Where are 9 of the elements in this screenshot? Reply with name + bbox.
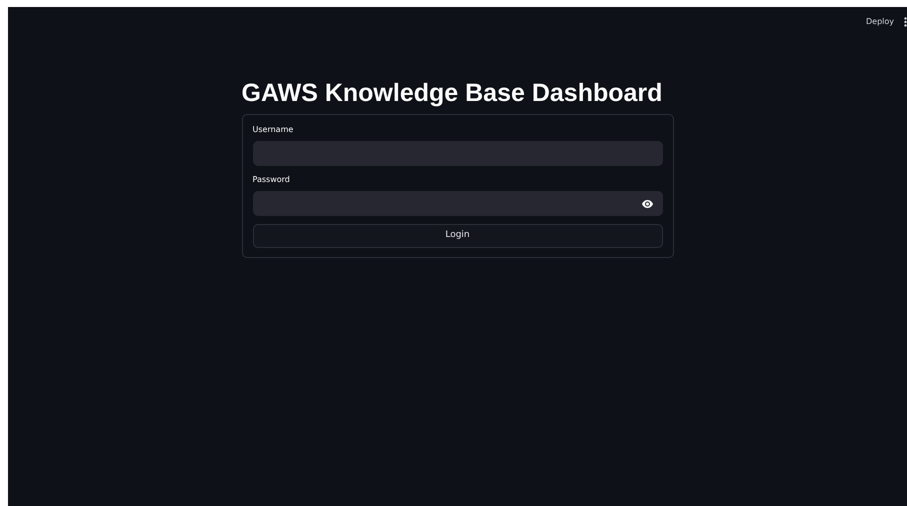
login-button[interactable]: Login bbox=[252, 224, 662, 248]
deploy-button[interactable]: Deploy bbox=[866, 16, 894, 28]
field-label: Password bbox=[252, 174, 291, 186]
input-field[interactable] bbox=[252, 191, 662, 216]
field-label: Username bbox=[252, 124, 294, 136]
page-title: GAWS Knowledge Base Dashboard bbox=[242, 78, 662, 109]
menu-icon[interactable] bbox=[904, 17, 907, 27]
eye-icon[interactable] bbox=[642, 200, 652, 208]
input-field[interactable] bbox=[252, 141, 662, 166]
